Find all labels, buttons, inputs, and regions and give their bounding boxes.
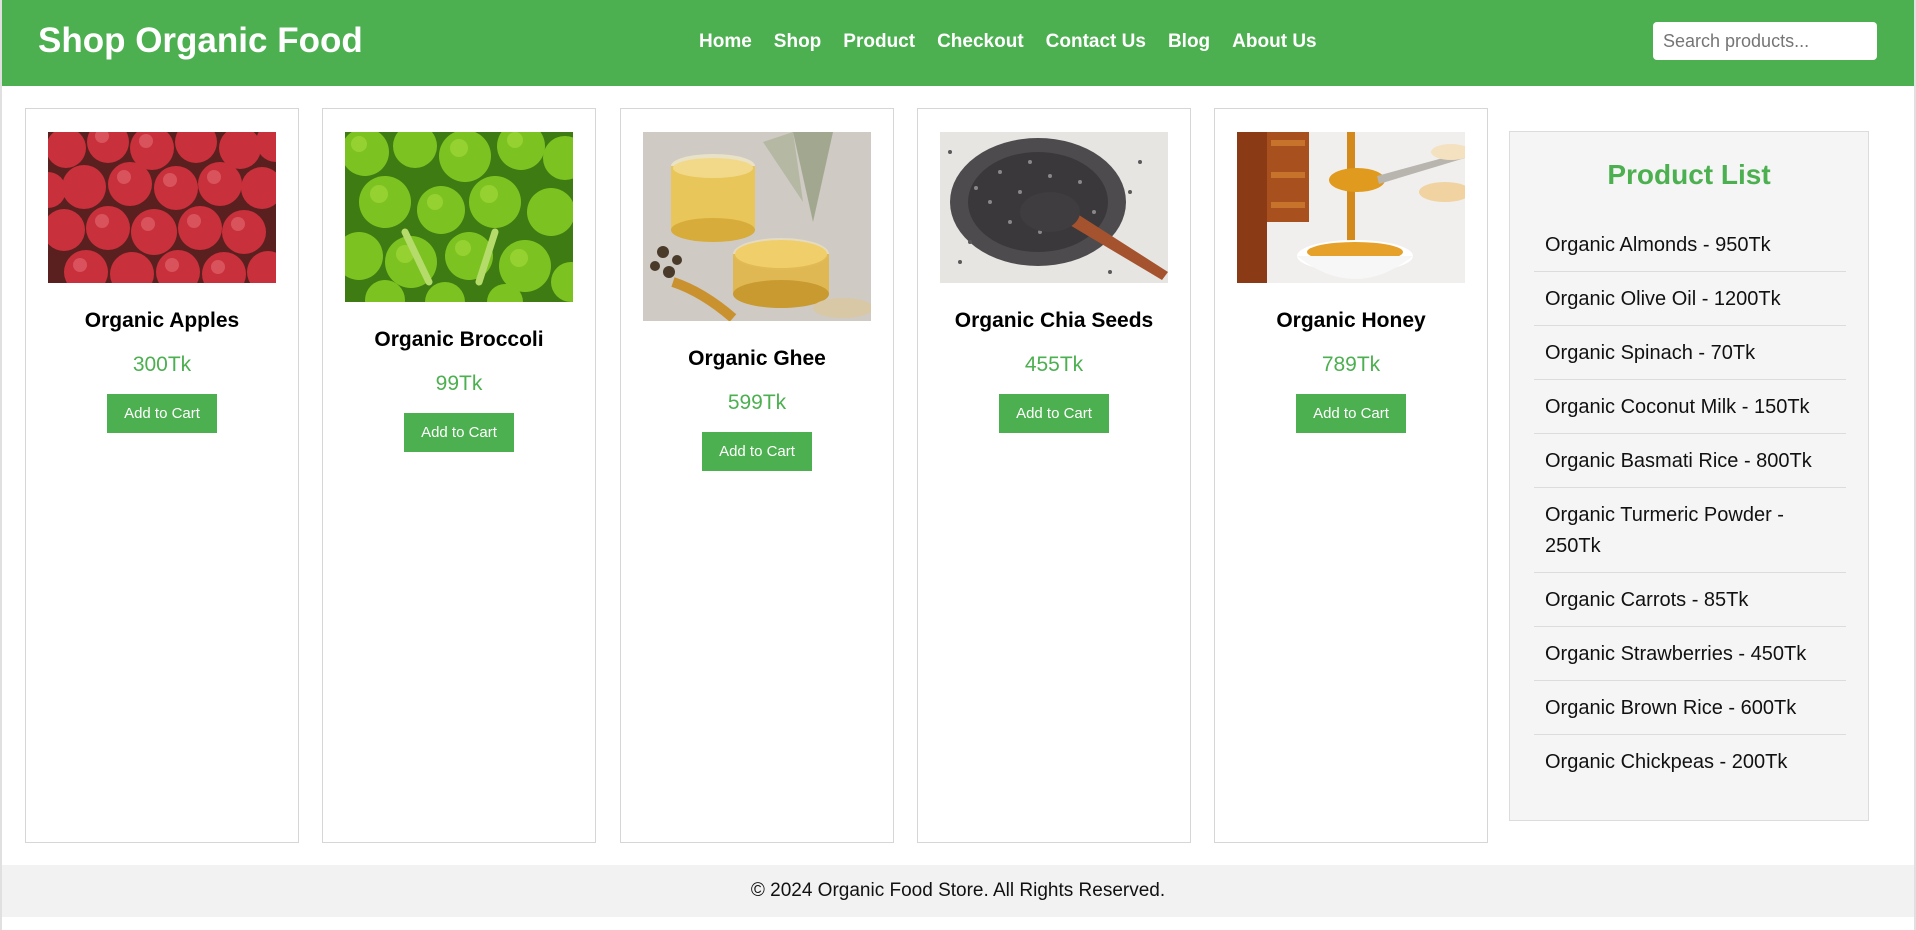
nav-about-us[interactable]: About Us bbox=[1232, 30, 1316, 54]
sidebar-title: Product List bbox=[1607, 159, 1771, 190]
nav-home[interactable]: Home bbox=[699, 30, 752, 54]
add-to-cart-button[interactable]: Add to Cart bbox=[107, 394, 217, 433]
site-header: Shop Organic Food Home Shop Product Chec… bbox=[2, 0, 1914, 86]
list-item: Organic Strawberries - 450Tk bbox=[1534, 627, 1846, 681]
apples-image bbox=[48, 132, 276, 283]
chia-seeds-image bbox=[940, 132, 1168, 283]
list-item: Organic Brown Rice - 600Tk bbox=[1534, 681, 1846, 735]
copyright-text: © 2024 Organic Food Store. All Rights Re… bbox=[750, 880, 1166, 901]
ghee-image bbox=[643, 132, 871, 321]
product-price: 455Tk bbox=[1024, 353, 1084, 376]
product-price: 99Tk bbox=[435, 372, 483, 395]
product-list: Organic Almonds - 950Tk Organic Olive Oi… bbox=[1534, 218, 1846, 788]
search-input[interactable] bbox=[1653, 22, 1877, 60]
nav-blog[interactable]: Blog bbox=[1168, 30, 1210, 54]
product-name: Organic Honey bbox=[1276, 309, 1426, 332]
honey-image bbox=[1237, 132, 1465, 283]
list-item: Organic Spinach - 70Tk bbox=[1534, 326, 1846, 380]
site-title[interactable]: Shop Organic Food bbox=[38, 21, 363, 61]
add-to-cart-button[interactable]: Add to Cart bbox=[999, 394, 1109, 433]
site-footer: © 2024 Organic Food Store. All Rights Re… bbox=[2, 865, 1914, 917]
product-name: Organic Ghee bbox=[688, 347, 826, 370]
product-card-ghee: Organic Ghee 599Tk Add to Cart bbox=[620, 108, 894, 843]
product-card-apples: Organic Apples 300Tk Add to Cart bbox=[25, 108, 299, 843]
list-item: Organic Carrots - 85Tk bbox=[1534, 573, 1846, 627]
list-item: Organic Olive Oil - 1200Tk bbox=[1534, 272, 1846, 326]
list-item: Organic Chickpeas - 200Tk bbox=[1545, 751, 1788, 773]
add-to-cart-button[interactable]: Add to Cart bbox=[404, 413, 514, 452]
nav-checkout[interactable]: Checkout bbox=[937, 30, 1024, 54]
nav-contact-us[interactable]: Contact Us bbox=[1046, 30, 1146, 54]
add-to-cart-button[interactable]: Add to Cart bbox=[1296, 394, 1406, 433]
nav-shop[interactable]: Shop bbox=[774, 30, 822, 54]
product-name: Organic Apples bbox=[84, 309, 240, 332]
product-card-chia-seeds: Organic Chia Seeds 455Tk Add to Cart bbox=[917, 108, 1191, 843]
product-price: 789Tk bbox=[1321, 353, 1381, 376]
add-to-cart-button[interactable]: Add to Cart bbox=[702, 432, 812, 471]
product-list-sidebar: Product List Organic Almonds - 950Tk Org… bbox=[1509, 131, 1869, 821]
list-item: Organic Coconut Milk - 150Tk bbox=[1534, 380, 1846, 434]
product-card-honey: Organic Honey 789Tk Add to Cart bbox=[1214, 108, 1488, 843]
list-item: Organic Basmati Rice - 800Tk bbox=[1534, 434, 1846, 488]
product-name: Organic Chia Seeds bbox=[954, 309, 1154, 332]
list-item: Organic Almonds - 950Tk bbox=[1534, 218, 1846, 272]
main-nav: Home Shop Product Checkout Contact Us Bl… bbox=[699, 30, 1317, 54]
product-name: Organic Broccoli bbox=[374, 328, 544, 351]
broccoli-image bbox=[345, 132, 573, 302]
nav-product[interactable]: Product bbox=[843, 30, 915, 54]
list-item: Organic Turmeric Powder - 250Tk bbox=[1534, 488, 1846, 573]
product-card-broccoli: Organic Broccoli 99Tk Add to Cart bbox=[322, 108, 596, 843]
product-price: 599Tk bbox=[727, 391, 787, 414]
product-price: 300Tk bbox=[132, 353, 192, 376]
page: Shop Organic Food Home Shop Product Chec… bbox=[0, 0, 1916, 930]
